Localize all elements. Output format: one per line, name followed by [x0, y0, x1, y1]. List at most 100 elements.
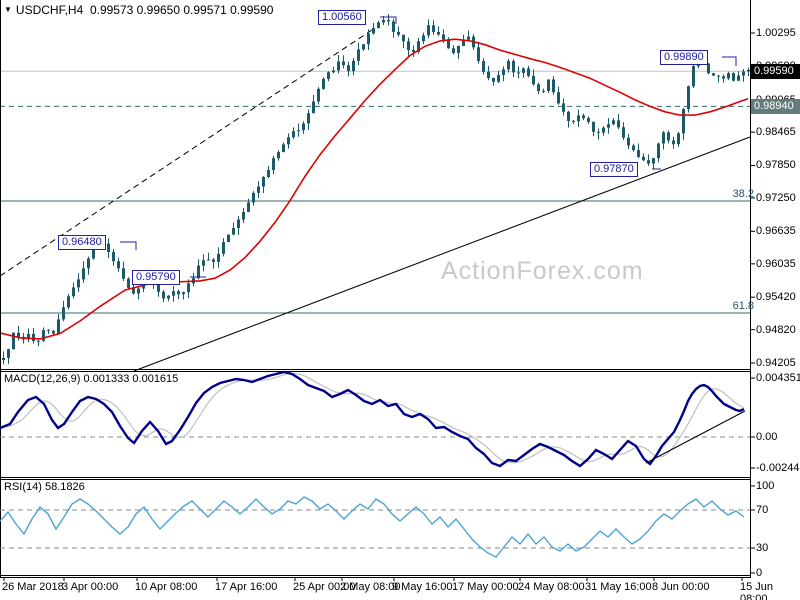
candle-body [542, 90, 545, 92]
axis-tick-label: 0.96635 [756, 225, 796, 238]
time-axis-label: 10 Apr 08:00 [135, 581, 198, 593]
candle-body [532, 75, 535, 85]
time-axis-label: 26 Mar 2018 [2, 581, 64, 593]
macd-line [0, 370, 745, 468]
candle-body [382, 19, 385, 23]
candle-body [572, 120, 575, 122]
candle-body [617, 120, 620, 128]
candle-body [612, 120, 615, 125]
candle-body [677, 133, 680, 145]
candle-body [342, 61, 345, 66]
candle-body [172, 291, 175, 296]
candle-body [57, 319, 60, 334]
candle-body [627, 137, 630, 146]
axis-tick-label: 0.97850 [756, 159, 796, 172]
candle-body [482, 61, 485, 72]
candle-body [647, 160, 650, 164]
candle-body [197, 265, 200, 279]
candle-body [467, 36, 470, 40]
candle-body [607, 124, 610, 128]
price-callout: 0.96480 [58, 235, 106, 250]
candle-body [37, 340, 40, 342]
macd-signal-line [0, 372, 745, 464]
candle-body [712, 73, 715, 76]
candle-body [182, 292, 185, 295]
candle-body [67, 296, 70, 308]
candle-body [7, 349, 10, 358]
candle-body [17, 332, 20, 337]
candle-body [577, 115, 580, 122]
time-axis-label: 31 May 16:00 [585, 581, 652, 593]
candle-body [412, 50, 415, 52]
candle-body [562, 103, 565, 112]
collapse-arrow-icon[interactable]: ▼ [4, 5, 12, 14]
candle-body [492, 78, 495, 82]
candle-body [522, 68, 525, 73]
candle-body [717, 75, 720, 77]
candle-body [537, 84, 540, 92]
level-price-badge: 0.98940 [751, 98, 800, 114]
candle-body [582, 115, 585, 119]
candle-body [257, 186, 260, 193]
candle-body [587, 118, 590, 122]
fib-label: 61.8 [732, 299, 754, 312]
candle-body [112, 252, 115, 262]
time-axis-label: 9 May 16:00 [392, 581, 453, 593]
candle-body [447, 39, 450, 49]
quote-title: ▼ USDCHF,H4 0.99573 0.99650 0.99571 0.995… [4, 3, 273, 17]
candle-body [442, 34, 445, 40]
axis-tick-label: 0.96035 [756, 257, 796, 270]
candle-body [397, 31, 400, 35]
candle-body [177, 291, 180, 295]
candle-body [437, 31, 440, 35]
candle-body [302, 123, 305, 131]
candle-body [742, 71, 745, 76]
candle-body [737, 75, 740, 81]
candle-body [642, 156, 645, 161]
axis-tick-label: 0.00 [756, 431, 778, 443]
candle-body [317, 88, 320, 102]
candle-body [367, 33, 370, 45]
time-axis-label: 24 May 08:00 [518, 581, 585, 593]
candle-body [212, 259, 215, 262]
candle-body [722, 76, 725, 79]
time-axis-label: 17 May 00:00 [452, 581, 519, 593]
candle-body [372, 28, 375, 34]
price-callout: 0.99890 [660, 50, 708, 65]
axis-tick-label: 0.94820 [756, 323, 796, 336]
macd-indicator-label: MACD(12,26,9) 0.001333 0.001615 [4, 373, 179, 385]
candle-body [602, 127, 605, 133]
callout-tail [120, 241, 137, 250]
candle-body [252, 192, 255, 203]
candle-body [727, 73, 730, 79]
candle-body [232, 228, 235, 235]
candle-body [287, 137, 290, 145]
candle-body [282, 144, 285, 153]
candle-body [337, 61, 340, 71]
chart-window: ActionForex.com ▼ USDCHF,H4 0.99573 0.996… [0, 0, 800, 600]
time-axis-label: 3 Apr 00:00 [62, 581, 119, 593]
candle-body [82, 268, 85, 280]
candle-body [87, 258, 90, 269]
candle-body [32, 333, 35, 341]
candle-body [502, 69, 505, 75]
candle-body [432, 25, 435, 32]
candle-body [62, 307, 65, 320]
candle-body [687, 86, 690, 110]
candle-body [497, 74, 500, 82]
candle-body [552, 79, 555, 93]
axis-tick-label: 0.004351 [756, 372, 800, 384]
candle-body [362, 44, 365, 50]
axis-tick-label: 100 [756, 480, 775, 492]
candle-body [682, 109, 685, 134]
candle-body [52, 330, 55, 334]
candle-body [512, 60, 515, 73]
candle-body [357, 49, 360, 61]
candle-body [517, 72, 520, 74]
candle-body [227, 234, 230, 243]
candle-body [637, 150, 640, 157]
axis-tick-label: 70 [756, 504, 769, 516]
candle-body [547, 79, 550, 91]
chart-canvas[interactable] [0, 0, 800, 600]
moving-average-line [0, 38, 749, 340]
